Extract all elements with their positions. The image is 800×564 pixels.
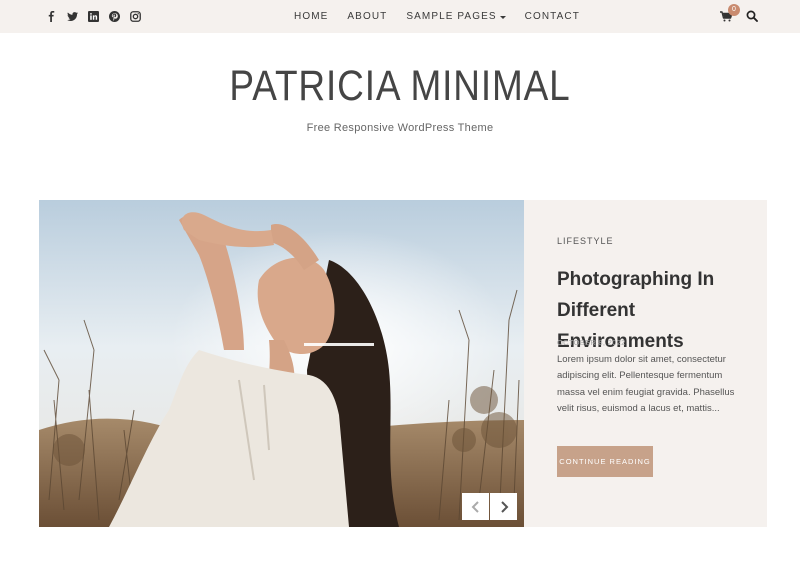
main-navigation: HOME ABOUT SAMPLE PAGES CONTACT: [294, 11, 599, 23]
slider-prev-button[interactable]: [462, 493, 489, 520]
nav-about[interactable]: ABOUT: [347, 11, 387, 23]
instagram-icon[interactable]: [128, 9, 142, 23]
chevron-right-icon: [500, 500, 508, 513]
site-title[interactable]: PATRICIA MINIMAL: [56, 62, 744, 111]
nav-sample-pages[interactable]: SAMPLE PAGES: [406, 11, 506, 23]
post-category[interactable]: LIFESTYLE: [557, 236, 614, 246]
pinterest-icon[interactable]: [107, 9, 121, 23]
post-date: OCTOBER 8, 2022: [557, 338, 626, 347]
slider-next-button[interactable]: [490, 493, 517, 520]
post-excerpt: Lorem ipsum dolor sit amet, consectetur …: [557, 354, 735, 414]
linkedin-icon[interactable]: [86, 9, 100, 23]
top-bar: HOME ABOUT SAMPLE PAGES CONTACT 0: [0, 0, 800, 33]
chevron-left-icon: [471, 500, 479, 513]
facebook-icon[interactable]: [44, 9, 58, 23]
cart-count-badge: 0: [728, 4, 740, 16]
chevron-down-icon: [499, 16, 506, 19]
hero-photo: [39, 200, 524, 527]
nav-home[interactable]: HOME: [294, 11, 328, 23]
social-links: [44, 9, 142, 23]
search-icon[interactable]: [746, 10, 758, 22]
nav-sample-pages-label: SAMPLE PAGES: [406, 11, 497, 22]
site-tagline: Free Responsive WordPress Theme: [306, 122, 494, 134]
twitter-icon[interactable]: [65, 9, 79, 23]
nav-contact[interactable]: CONTACT: [525, 11, 580, 23]
featured-post-image[interactable]: [39, 200, 524, 527]
continue-reading-button[interactable]: CONTINUE READING: [557, 446, 653, 477]
